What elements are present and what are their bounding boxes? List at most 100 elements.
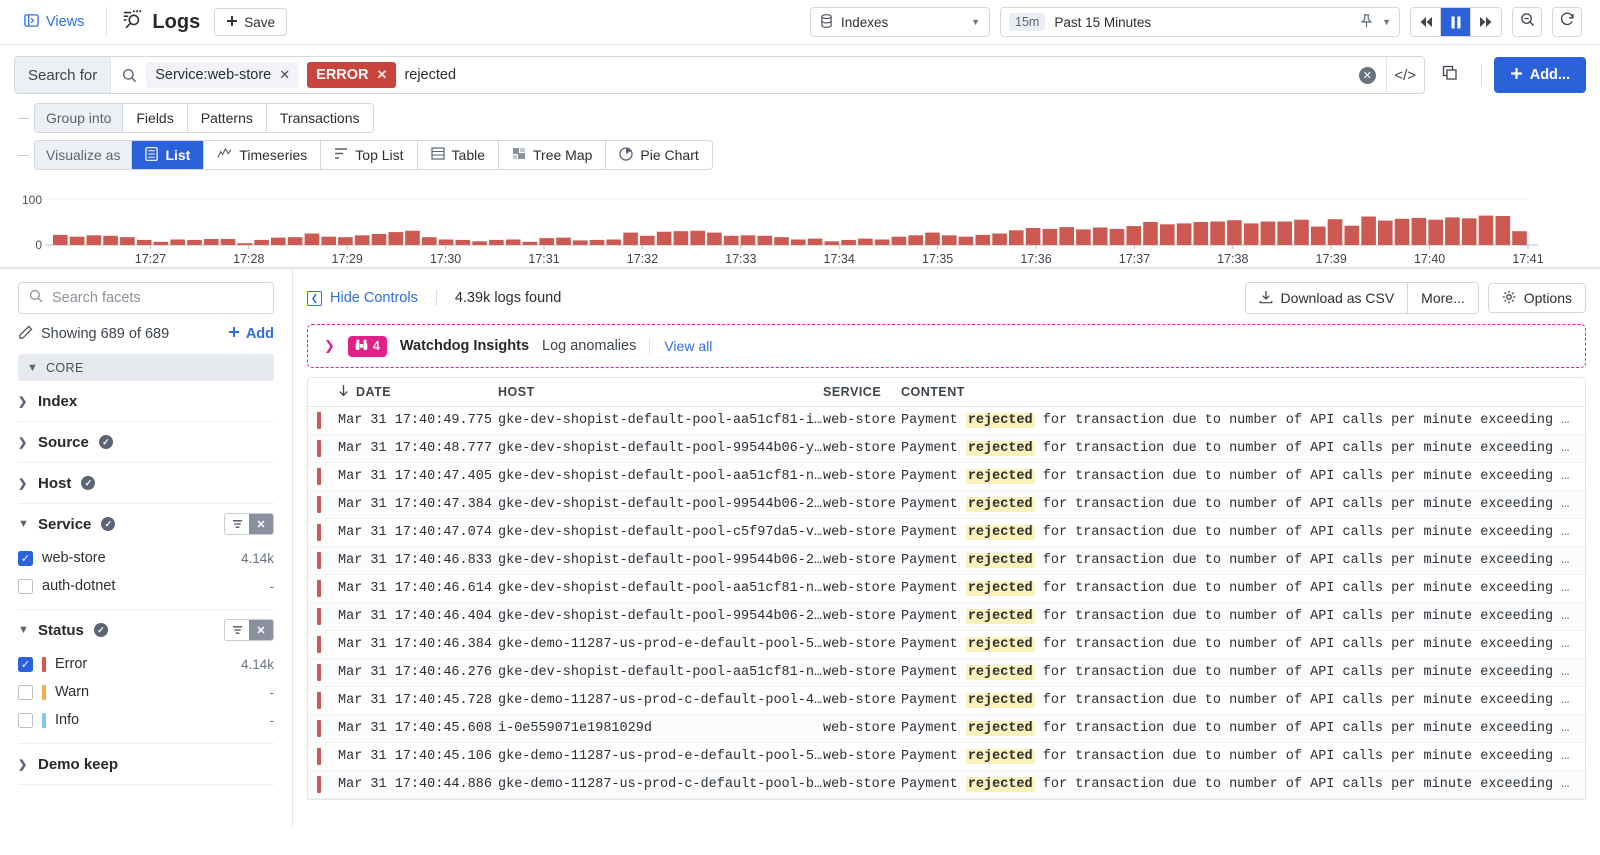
rewind-button[interactable]: [1411, 8, 1441, 36]
table-row[interactable]: Mar 31 17:40:47.384 gke-dev-shopist-defau…: [308, 491, 1585, 519]
facet-header[interactable]: ▼ Service ✓ ✕: [18, 504, 274, 544]
facet-header[interactable]: ❯ Index: [18, 381, 274, 421]
more-button[interactable]: More...: [1408, 283, 1478, 313]
facet-title: Status: [38, 621, 84, 639]
clear-search-button[interactable]: ✕: [1358, 66, 1376, 84]
facet-value-auth-dotnet[interactable]: auth-dotnet -: [18, 572, 274, 600]
facet-header[interactable]: ❯ Source ✓: [18, 422, 274, 462]
table-row[interactable]: Mar 31 17:40:44.886 gke-demo-11287-us-pro…: [308, 771, 1585, 799]
add-button[interactable]: Add...: [1493, 57, 1586, 93]
visualize-list[interactable]: List: [132, 141, 205, 169]
facet-title: Index: [38, 392, 78, 410]
code-view-button[interactable]: </>: [1385, 57, 1424, 93]
facet-value-error[interactable]: ✓ Error 4.14k: [18, 650, 274, 678]
checkbox-checked-icon[interactable]: ✓: [18, 550, 33, 566]
facet-header[interactable]: ▼ Status ✓ ✕: [18, 610, 274, 650]
cell-service: web-store: [823, 693, 896, 708]
time-range-picker[interactable]: 15m Past 15 Minutes ▼: [1000, 7, 1400, 37]
cell-date: Mar 31 17:40:47.074: [338, 525, 492, 540]
column-header-date[interactable]: DATE: [330, 384, 498, 400]
filter-icon[interactable]: [225, 514, 249, 534]
chevron-down-icon: ▼: [27, 361, 39, 374]
download-csv-button[interactable]: Download as CSV: [1245, 283, 1409, 313]
fast-forward-button[interactable]: [1471, 8, 1501, 36]
table-row[interactable]: Mar 31 17:40:48.777 gke-dev-shopist-defau…: [308, 435, 1585, 463]
facet-search-input[interactable]: Search facets: [18, 282, 274, 314]
column-header-host[interactable]: HOST: [498, 385, 823, 399]
svg-text:17:27: 17:27: [135, 252, 166, 266]
group-into-transactions[interactable]: Transactions: [266, 104, 373, 132]
save-button[interactable]: Save: [214, 8, 287, 36]
search-input[interactable]: rejected: [404, 67, 456, 83]
status-indicator-error: [308, 776, 330, 793]
add-facet-button[interactable]: Add: [228, 326, 274, 342]
index-selector[interactable]: Indexes ▼: [810, 7, 990, 37]
pin-icon[interactable]: [1360, 13, 1373, 31]
search-bar[interactable]: Search for Service:web-store ✕ ERROR ✕ r…: [14, 56, 1425, 94]
options-button[interactable]: Options: [1487, 283, 1586, 313]
refresh-button[interactable]: [1552, 7, 1582, 37]
content-pre: Payment: [901, 637, 958, 652]
table-row[interactable]: Mar 31 17:40:46.833 gke-dev-shopist-defau…: [308, 547, 1585, 575]
table-row[interactable]: Mar 31 17:40:49.775 gke-dev-shopist-defau…: [308, 407, 1585, 435]
chevron-right-icon: ❯: [18, 758, 28, 771]
table-row[interactable]: Mar 31 17:40:47.405 gke-dev-shopist-defau…: [308, 463, 1585, 491]
search-for-label[interactable]: Search for: [15, 57, 112, 93]
filter-icon[interactable]: [225, 620, 249, 640]
table-row[interactable]: Mar 31 17:40:45.728 gke-demo-11287-us-pro…: [308, 687, 1585, 715]
filter-chip-service[interactable]: Service:web-store ✕: [146, 62, 300, 88]
status-indicator-error: [308, 608, 330, 625]
visualize-tree-map[interactable]: Tree Map: [499, 141, 607, 169]
column-header-content[interactable]: CONTENT: [901, 385, 965, 399]
close-icon[interactable]: ✕: [279, 67, 290, 83]
visualize-timeseries[interactable]: Timeseries: [204, 141, 322, 169]
table-row[interactable]: Mar 31 17:40:46.276 gke-dev-shopist-defau…: [308, 659, 1585, 687]
status-color-warn: [42, 684, 46, 700]
facet-value-web-store[interactable]: ✓ web-store 4.14k: [18, 544, 274, 572]
facet-value-warn[interactable]: Warn -: [18, 678, 274, 706]
copy-query-button[interactable]: [1431, 56, 1469, 94]
content-highlight: rejected: [965, 441, 1035, 456]
zoom-out-button[interactable]: [1512, 7, 1542, 37]
table-row[interactable]: Mar 31 17:40:45.106 gke-demo-11287-us-pro…: [308, 743, 1585, 771]
svg-text:17:38: 17:38: [1217, 252, 1248, 266]
chevron-down-icon[interactable]: ▼: [1382, 17, 1391, 27]
pause-button[interactable]: [1441, 8, 1471, 36]
chip-label: Service:web-store: [155, 67, 272, 83]
group-into-fields[interactable]: Fields: [123, 104, 188, 132]
pencil-icon[interactable]: [18, 325, 33, 344]
clear-facet-icon[interactable]: ✕: [249, 620, 273, 640]
close-icon[interactable]: ✕: [377, 67, 388, 83]
visualize-pie-chart[interactable]: Pie Chart: [606, 141, 712, 169]
clear-facet-icon[interactable]: ✕: [249, 514, 273, 534]
page-title: Logs: [121, 8, 200, 36]
content-pre: Payment: [901, 721, 958, 736]
hide-controls-button[interactable]: ❮ Hide Controls: [307, 290, 418, 306]
watchdog-view-all-link[interactable]: View all: [649, 338, 712, 354]
visualize-table[interactable]: Table: [417, 141, 499, 169]
facet-header[interactable]: ❯ Host ✓: [18, 463, 274, 503]
group-into-patterns[interactable]: Patterns: [187, 104, 267, 132]
chevron-right-icon[interactable]: ❯: [324, 338, 335, 354]
watchdog-insights-banner[interactable]: ❯ 4 Watchdog Insights Log anomalies View…: [307, 324, 1586, 368]
filter-chip-error[interactable]: ERROR ✕: [307, 62, 397, 88]
views-button[interactable]: Views: [10, 9, 92, 36]
checkbox-checked-icon[interactable]: ✓: [18, 656, 33, 672]
column-header-service[interactable]: SERVICE: [823, 385, 901, 399]
log-volume-chart[interactable]: 100 0 17:27 17:28 17:29 17:30 17:31 17:32 17:33 1…: [0, 177, 1600, 267]
checkbox-icon[interactable]: [18, 684, 33, 700]
table-row[interactable]: Mar 31 17:40:46.404 gke-dev-shopist-defau…: [308, 603, 1585, 631]
table-row[interactable]: Mar 31 17:40:46.384 gke-demo-11287-us-pro…: [308, 631, 1585, 659]
facet-header[interactable]: ❯ Demo keep: [18, 744, 274, 784]
chevron-right-icon: ❯: [18, 477, 28, 490]
query-controls: Group into Fields Patterns Transactions …: [0, 94, 1600, 170]
content-ellipsis: …: [1561, 441, 1570, 456]
table-row[interactable]: Mar 31 17:40:47.074 gke-dev-shopist-defau…: [308, 519, 1585, 547]
facet-value-info[interactable]: Info -: [18, 706, 274, 734]
facet-group-core[interactable]: ▼ CORE: [18, 354, 274, 381]
checkbox-icon[interactable]: [18, 712, 33, 728]
table-row[interactable]: Mar 31 17:40:46.614 gke-dev-shopist-defau…: [308, 575, 1585, 603]
checkbox-icon[interactable]: [18, 578, 33, 594]
visualize-top-list[interactable]: Top List: [321, 141, 418, 169]
table-row[interactable]: Mar 31 17:40:45.608 i-0e559071e1981029d we…: [308, 715, 1585, 743]
